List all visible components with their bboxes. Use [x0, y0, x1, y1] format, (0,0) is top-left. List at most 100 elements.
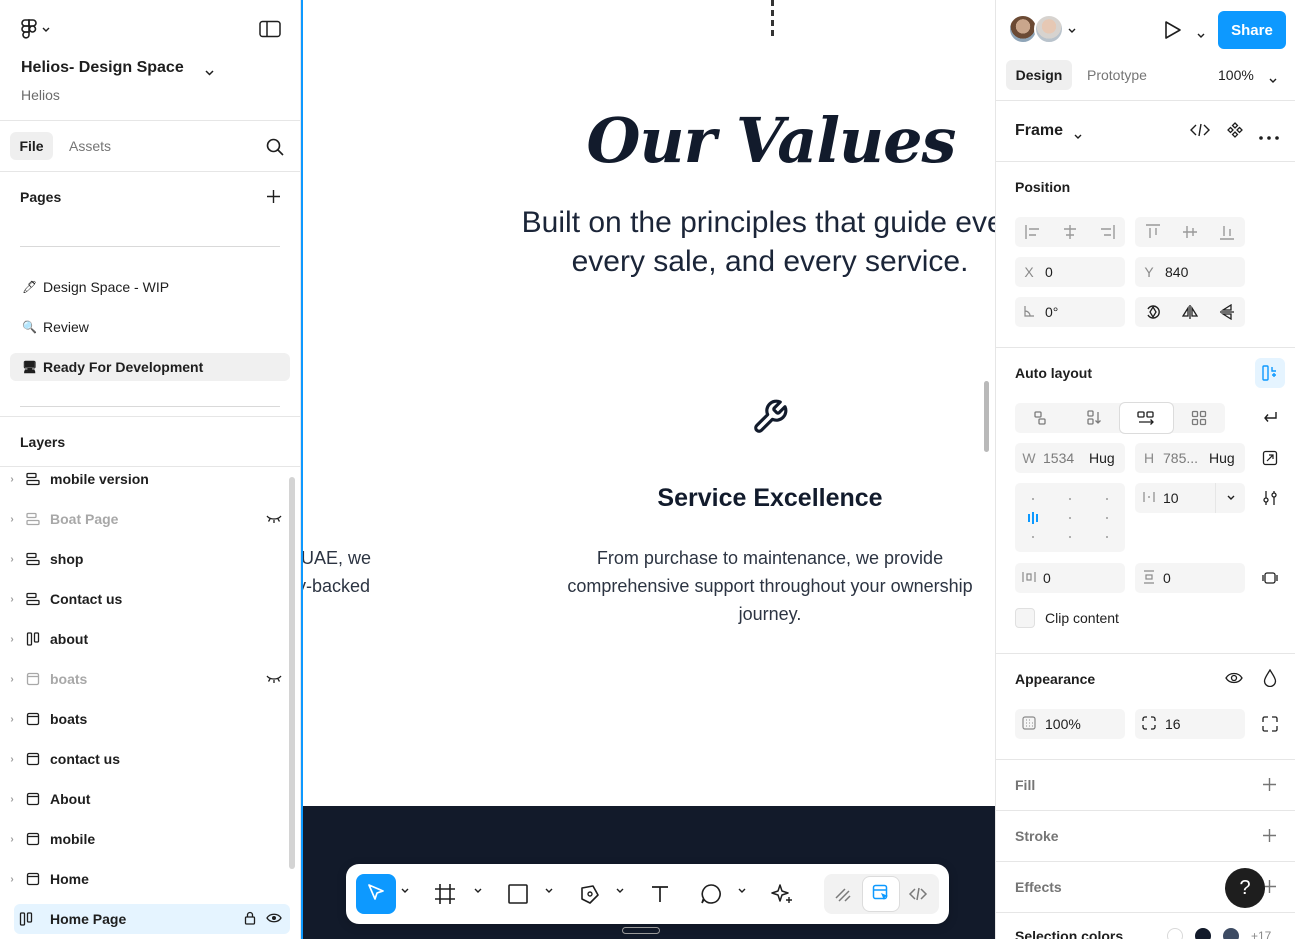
rectangle-tool-icon[interactable] — [508, 884, 528, 904]
layout-horizontal-icon[interactable] — [1120, 403, 1173, 433]
add-page-icon[interactable] — [266, 189, 281, 207]
layer-row[interactable]: › mobile — [0, 824, 290, 854]
blend-mode-icon[interactable] — [1263, 668, 1277, 690]
chevron-down-icon[interactable] — [401, 888, 409, 894]
flip-horizontal-icon[interactable] — [1172, 297, 1209, 327]
wrap-icon[interactable] — [1262, 410, 1278, 429]
layer-row[interactable]: › Boat Page — [0, 504, 290, 534]
rotation-field[interactable]: 0° — [1015, 297, 1125, 327]
ai-sparkle-icon[interactable] — [770, 882, 794, 906]
zoom-level[interactable]: 100% — [1218, 67, 1254, 83]
canvas-scrollbar[interactable] — [984, 381, 989, 452]
canvas[interactable]: Our Values Built on the principles that … — [301, 0, 995, 939]
page-item-review[interactable]: 🔍 Review — [10, 313, 290, 341]
horizontal-padding-field[interactable]: 0 — [1015, 563, 1125, 593]
tab-assets[interactable]: Assets — [69, 138, 111, 154]
chevron-right-icon[interactable]: › — [0, 714, 20, 725]
layer-row[interactable]: › shop — [0, 544, 290, 574]
align-left-icon[interactable] — [1015, 217, 1052, 247]
more-colors-count[interactable]: +17 — [1251, 929, 1271, 939]
color-swatch[interactable] — [1223, 928, 1239, 939]
width-field[interactable]: W 1534 Hug — [1015, 443, 1125, 473]
height-field[interactable]: H 785... Hug — [1135, 443, 1245, 473]
layer-row[interactable]: › Home — [0, 864, 290, 894]
chevron-right-icon[interactable]: › — [0, 554, 20, 565]
code-icon[interactable] — [1190, 122, 1210, 141]
chevron-down-icon[interactable] — [616, 888, 624, 894]
clip-content-checkbox[interactable] — [1015, 608, 1035, 628]
align-middle-icon[interactable] — [1172, 217, 1209, 247]
share-button[interactable]: Share — [1218, 11, 1286, 49]
chevron-down-icon[interactable] — [1074, 128, 1082, 143]
individual-corners-icon[interactable] — [1262, 716, 1278, 735]
tab-file[interactable]: File — [10, 132, 53, 160]
chevron-right-icon[interactable]: › — [0, 874, 20, 885]
layer-row[interactable]: › about — [0, 624, 290, 654]
chevron-down-icon[interactable] — [545, 888, 553, 894]
align-bottom-icon[interactable] — [1208, 217, 1245, 247]
toggle-sidebar-icon[interactable] — [259, 20, 281, 41]
avatar[interactable] — [1034, 14, 1064, 44]
comment-tool-icon[interactable] — [700, 883, 722, 905]
chevron-down-icon[interactable] — [1068, 22, 1076, 37]
gap-field[interactable]: 10 — [1135, 483, 1245, 513]
individual-padding-icon[interactable] — [1262, 570, 1278, 589]
clip-content-label[interactable]: Clip content — [1045, 610, 1119, 626]
chevron-down-icon[interactable] — [205, 64, 214, 79]
chevron-right-icon[interactable]: › — [0, 594, 20, 605]
tab-design[interactable]: Design — [1006, 60, 1072, 90]
eye-closed-icon[interactable] — [266, 671, 282, 687]
selection-color-swatches[interactable]: +17 — [1167, 928, 1271, 939]
advanced-settings-icon[interactable] — [1262, 490, 1278, 509]
chevron-down-icon[interactable] — [1197, 27, 1205, 42]
eye-icon[interactable] — [266, 911, 282, 927]
add-stroke-icon[interactable] — [1262, 828, 1277, 846]
y-position-field[interactable]: Y 840 — [1135, 257, 1245, 287]
chevron-right-icon[interactable]: › — [0, 674, 20, 685]
design-mode-button[interactable] — [863, 877, 899, 911]
chevron-down-icon[interactable] — [738, 888, 746, 894]
layout-vertical-icon[interactable] — [1068, 403, 1121, 433]
file-title[interactable]: Helios- Design Space — [21, 59, 184, 77]
chevron-down-icon[interactable] — [1215, 483, 1245, 513]
eye-icon[interactable] — [1225, 671, 1243, 688]
text-tool-icon[interactable] — [650, 884, 670, 904]
layer-row[interactable]: › About — [0, 784, 290, 814]
layer-row[interactable]: › Contact us — [0, 584, 290, 614]
search-icon[interactable] — [266, 138, 284, 159]
add-fill-icon[interactable] — [1262, 777, 1277, 795]
w-mode[interactable]: Hug — [1089, 450, 1115, 466]
h-mode[interactable]: Hug — [1209, 450, 1235, 466]
dev-mode-icon[interactable] — [908, 884, 928, 904]
layers-scrollbar[interactable] — [289, 477, 295, 869]
color-swatch[interactable] — [1195, 928, 1211, 939]
page-item-design-space[interactable]: 🖊 Design Space - WIP — [10, 273, 290, 301]
color-swatch[interactable] — [1167, 928, 1183, 939]
pen-tool-icon[interactable] — [579, 883, 601, 905]
layer-row[interactable]: › boats — [0, 664, 290, 694]
draw-mode-icon[interactable] — [833, 884, 853, 904]
rotate-icon[interactable] — [1135, 297, 1172, 327]
vertical-padding-field[interactable]: 0 — [1135, 563, 1245, 593]
chevron-right-icon[interactable]: › — [0, 514, 20, 525]
tab-prototype[interactable]: Prototype — [1087, 67, 1147, 83]
team-name[interactable]: Helios — [21, 87, 60, 103]
layout-grid-icon[interactable] — [1173, 403, 1226, 433]
help-button[interactable]: ? — [1225, 868, 1265, 908]
main-menu-button[interactable] — [20, 19, 50, 41]
resize-to-fit-icon[interactable] — [1262, 450, 1278, 469]
frame-type-label[interactable]: Frame — [1015, 122, 1063, 140]
page-item-ready-for-development[interactable]: 🖥 Ready For Development — [10, 353, 290, 381]
component-icon[interactable] — [1227, 122, 1243, 141]
frame-tool-icon[interactable] — [434, 883, 456, 905]
eye-closed-icon[interactable] — [266, 511, 282, 527]
chevron-right-icon[interactable]: › — [0, 794, 20, 805]
layer-row[interactable]: › mobile version — [0, 464, 290, 494]
align-center-h-icon[interactable] — [1052, 217, 1089, 247]
collaborators[interactable] — [1008, 14, 1076, 44]
chevron-right-icon[interactable]: › — [0, 474, 20, 485]
chevron-down-icon[interactable] — [1269, 72, 1277, 87]
layer-row-selected[interactable]: Home Page — [14, 904, 290, 934]
corner-radius-field[interactable]: 16 — [1135, 709, 1245, 739]
more-options-icon[interactable] — [1259, 128, 1279, 143]
